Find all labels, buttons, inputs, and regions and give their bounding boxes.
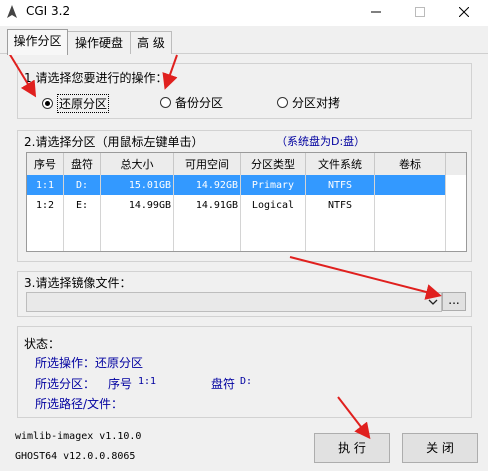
cell-no: 1:1 <box>27 175 64 195</box>
tab-partition-ops[interactable]: 操作分区 <box>7 29 68 55</box>
col-free[interactable]: 可用空间 <box>173 153 241 175</box>
status-drive-value: D: <box>240 376 253 387</box>
cell-drive: E: <box>63 195 101 215</box>
status-partition-label: 所选分区： <box>35 377 96 391</box>
minimize-icon <box>371 11 381 13</box>
radio-clone-label: 分区对拷 <box>292 96 341 110</box>
cell-label <box>374 195 446 215</box>
close-icon <box>458 6 470 18</box>
cell-label <box>374 175 446 195</box>
partition-heading: 2.请选择分区（用鼠标左键单击） <box>24 133 204 150</box>
cell-fs: NTFS <box>305 195 375 215</box>
radio-restore-label: 还原分区 <box>57 94 110 113</box>
cell-type: Logical <box>240 195 306 215</box>
table-row-empty <box>27 235 466 251</box>
close-button[interactable]: 关 闭 <box>402 433 478 463</box>
col-drive[interactable]: 盘符 <box>63 153 101 175</box>
cell-type: Primary <box>240 175 306 195</box>
cell-no: 1:2 <box>27 195 64 215</box>
cell-total: 15.01GB <box>100 175 174 195</box>
cell-free: 14.91GB <box>173 195 241 215</box>
cell-filler <box>445 175 466 195</box>
col-fs[interactable]: 文件系统 <box>305 153 375 175</box>
partition-table: 序号 盘符 总大小 可用空间 分区类型 文件系统 卷标 1:1 D: 15.01… <box>27 153 466 251</box>
status-partition-no-label: 序号 <box>108 377 133 391</box>
status-heading: 状态： <box>24 337 61 351</box>
col-label[interactable]: 卷标 <box>374 153 446 175</box>
partition-table-header: 序号 盘符 总大小 可用空间 分区类型 文件系统 卷标 <box>27 153 466 175</box>
image-file-combo[interactable] <box>26 292 442 312</box>
radio-backup[interactable]: 备份分区 <box>160 94 223 111</box>
status-partition-no-value: 1:1 <box>138 376 157 387</box>
radio-backup-label: 备份分区 <box>175 96 224 110</box>
radio-clone-dot[interactable] <box>277 97 288 108</box>
execute-button[interactable]: 执 行 <box>314 433 390 463</box>
col-total[interactable]: 总大小 <box>100 153 174 175</box>
radio-clone[interactable]: 分区对拷 <box>277 94 340 111</box>
col-filler <box>445 153 466 175</box>
table-row[interactable]: 1:1 D: 15.01GB 14.92GB Primary NTFS <box>27 175 466 195</box>
operation-heading: 1.请选择您要进行的操作： <box>24 69 168 86</box>
status-operation-value: 还原分区 <box>95 356 144 370</box>
system-disk-note: （系统盘为D:盘） <box>276 135 366 148</box>
tab-advanced[interactable]: 高 级 <box>130 31 172 54</box>
cell-drive: D: <box>63 175 101 195</box>
chevron-down-icon[interactable] <box>428 296 438 310</box>
col-type[interactable]: 分区类型 <box>240 153 306 175</box>
status-path-label: 所选路径/文件： <box>35 397 124 411</box>
version-ghost: GHOST64 v12.0.0.8065 <box>15 451 136 462</box>
maximize-icon <box>415 7 425 17</box>
radio-restore[interactable]: 还原分区 <box>42 94 110 113</box>
status-drive-label: 盘符 <box>211 377 236 391</box>
maximize-button[interactable] <box>398 0 442 26</box>
cell-free: 14.92GB <box>173 175 241 195</box>
window-title: CGI 3.2 <box>26 4 71 18</box>
cell-fs: NTFS <box>305 175 375 195</box>
status-operation-label: 所选操作： <box>35 356 96 370</box>
app-icon <box>5 4 19 20</box>
table-row-empty <box>27 215 466 235</box>
close-window-button[interactable] <box>442 0 486 26</box>
partition-list[interactable]: 序号 盘符 总大小 可用空间 分区类型 文件系统 卷标 1:1 D: 15.01… <box>26 152 467 252</box>
browse-button[interactable]: ... <box>442 292 466 311</box>
tab-disk-ops[interactable]: 操作硬盘 <box>67 31 131 54</box>
minimize-button[interactable] <box>354 0 398 26</box>
col-no[interactable]: 序号 <box>27 153 64 175</box>
version-wimlib: wimlib-imagex v1.10.0 <box>15 431 142 442</box>
cell-filler <box>446 195 467 215</box>
table-row[interactable]: 1:2 E: 14.99GB 14.91GB Logical NTFS <box>27 195 466 215</box>
radio-backup-dot[interactable] <box>160 97 171 108</box>
cell-total: 14.99GB <box>100 195 174 215</box>
radio-restore-dot[interactable] <box>42 98 53 109</box>
image-heading: 3.请选择镜像文件： <box>24 274 132 291</box>
